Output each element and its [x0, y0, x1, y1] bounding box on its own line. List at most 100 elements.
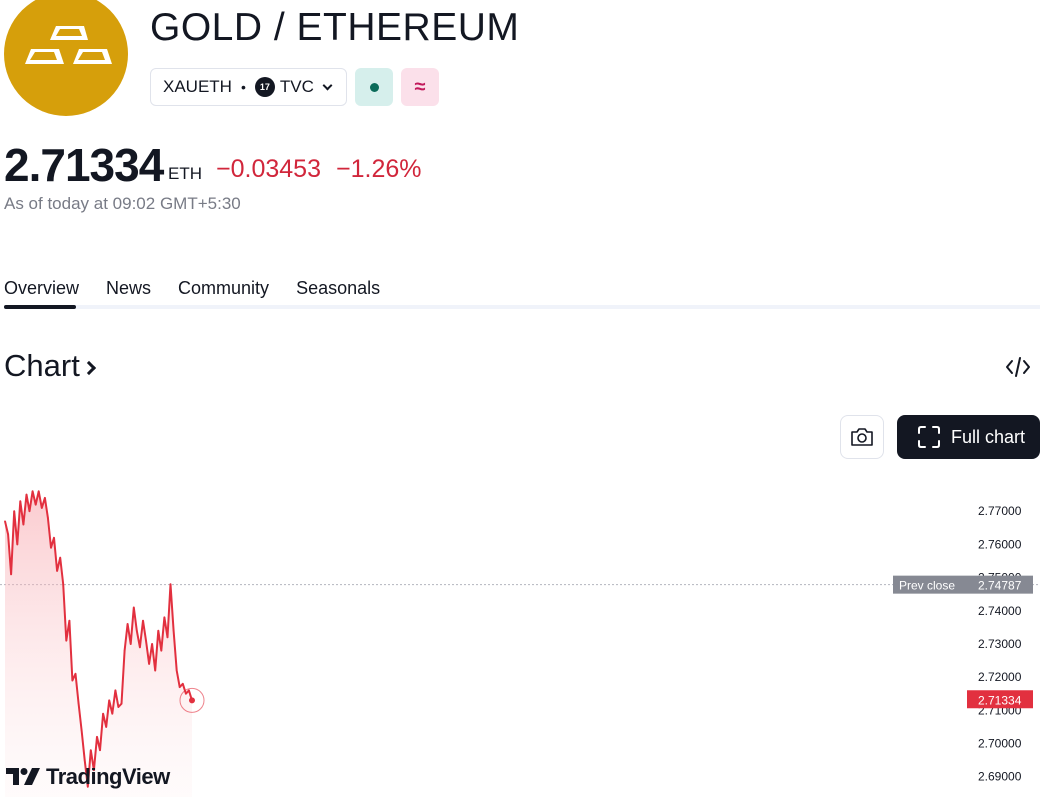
price-point: [185, 692, 187, 695]
snapshot-button[interactable]: [840, 415, 884, 459]
symbol-ticker: XAUETH: [163, 77, 232, 96]
price-change: −0.03453: [216, 155, 321, 183]
price-point: [4, 520, 6, 522]
full-chart-button[interactable]: Full chart: [897, 415, 1040, 459]
prev-close-label: Prev close: [899, 579, 955, 593]
price-point: [22, 523, 25, 526]
price-point: [10, 573, 12, 576]
gold-logo: [4, 0, 128, 116]
price-point: [120, 702, 123, 705]
price-point: [59, 556, 61, 559]
price-point: [133, 606, 135, 609]
tradingview-logo[interactable]: TradingView: [6, 764, 170, 790]
market-status-badge[interactable]: [355, 68, 393, 106]
price-point: [182, 683, 184, 685]
price-point: [7, 533, 9, 536]
price-point: [136, 629, 138, 632]
gold-bars-icon: [25, 26, 112, 64]
tab-news[interactable]: News: [106, 278, 151, 299]
price-point: [41, 507, 43, 509]
tradingview-wordmark: TradingView: [46, 764, 170, 789]
last-price-marker: [189, 697, 195, 704]
symbol-selector[interactable]: XAUETH • 17 TVC: [150, 68, 347, 106]
price-point: [25, 493, 28, 496]
price-point: [163, 616, 166, 619]
prev-close-value: 2.74787: [978, 579, 1022, 593]
chevron-down-icon: [322, 80, 333, 90]
price-point: [96, 736, 98, 738]
tab-divider: [4, 305, 1040, 309]
last-price-axis-value: 2.71334: [978, 693, 1022, 707]
price-point: [188, 689, 190, 692]
price-area: [5, 491, 192, 797]
price-point: [90, 749, 92, 751]
price-point: [145, 639, 147, 642]
price-point: [157, 629, 160, 632]
tab-community[interactable]: Community: [178, 278, 269, 299]
price-point: [99, 749, 101, 751]
price-point: [19, 500, 22, 502]
tab-overview[interactable]: Overview: [4, 278, 79, 299]
price-point: [77, 702, 80, 705]
price-chart[interactable]: 2.770002.760002.750002.740002.730002.720…: [0, 470, 1062, 797]
price-point: [139, 646, 141, 649]
price-point: [102, 712, 104, 715]
price-point: [74, 673, 77, 675]
y-tick-label: 2.73000: [978, 637, 1022, 651]
tradingview-icon: [6, 768, 40, 785]
price-point: [28, 510, 31, 512]
camera-icon: [851, 428, 873, 446]
price-point: [160, 649, 163, 652]
last-price-tag: 2.71334: [967, 690, 1033, 709]
price-point: [169, 583, 172, 585]
price-point: [151, 643, 153, 645]
price-point: [178, 686, 181, 688]
price-point: [71, 679, 74, 682]
price-point: [65, 639, 68, 642]
price-point: [44, 497, 46, 499]
price-point: [129, 643, 132, 645]
price-point: [166, 636, 169, 639]
price-point: [154, 669, 156, 672]
y-tick-label: 2.74000: [978, 604, 1022, 618]
fullscreen-icon: [918, 426, 940, 448]
full-chart-label: Full chart: [951, 426, 1026, 447]
tab-seasonals[interactable]: Seasonals: [296, 278, 380, 299]
derived-badge[interactable]: ≈: [401, 68, 439, 106]
price-point: [123, 649, 126, 652]
code-icon[interactable]: [1004, 353, 1032, 381]
status-dot-icon: [369, 82, 379, 92]
price-point: [175, 669, 178, 672]
price-point: [47, 517, 49, 519]
price-point: [111, 712, 114, 715]
chart-section-link[interactable]: Chart: [4, 348, 96, 384]
price-point: [31, 490, 34, 493]
price-point: [114, 689, 117, 692]
price-point: [13, 510, 15, 512]
tv-source-icon: 17: [254, 77, 275, 97]
y-tick-label: 2.76000: [978, 537, 1022, 551]
chart-section-title: Chart: [4, 348, 80, 383]
y-tick-label: 2.69000: [978, 770, 1022, 784]
tab-bar: Overview News Community Seasonals: [4, 278, 407, 299]
price-point: [56, 570, 58, 572]
price-point: [148, 663, 150, 665]
price-point: [34, 503, 37, 506]
price-point: [126, 623, 129, 625]
page-title: GOLD / ETHEREUM: [150, 6, 520, 49]
price-point: [80, 729, 83, 732]
last-price: 2.71334: [4, 139, 164, 191]
chevron-right-icon: [81, 360, 96, 376]
price-point: [62, 583, 64, 585]
y-tick-label: 2.77000: [978, 504, 1022, 518]
price-point: [83, 759, 86, 761]
symbol-separator: •: [240, 79, 246, 95]
price-point: [172, 629, 175, 632]
price-currency: ETH: [168, 164, 202, 183]
price-point: [142, 619, 144, 622]
y-tick-label: 2.70000: [978, 737, 1022, 751]
price-point: [16, 543, 19, 546]
price-point: [117, 706, 120, 708]
price-point: [50, 546, 52, 549]
price-change-percent: −1.26%: [336, 155, 422, 183]
